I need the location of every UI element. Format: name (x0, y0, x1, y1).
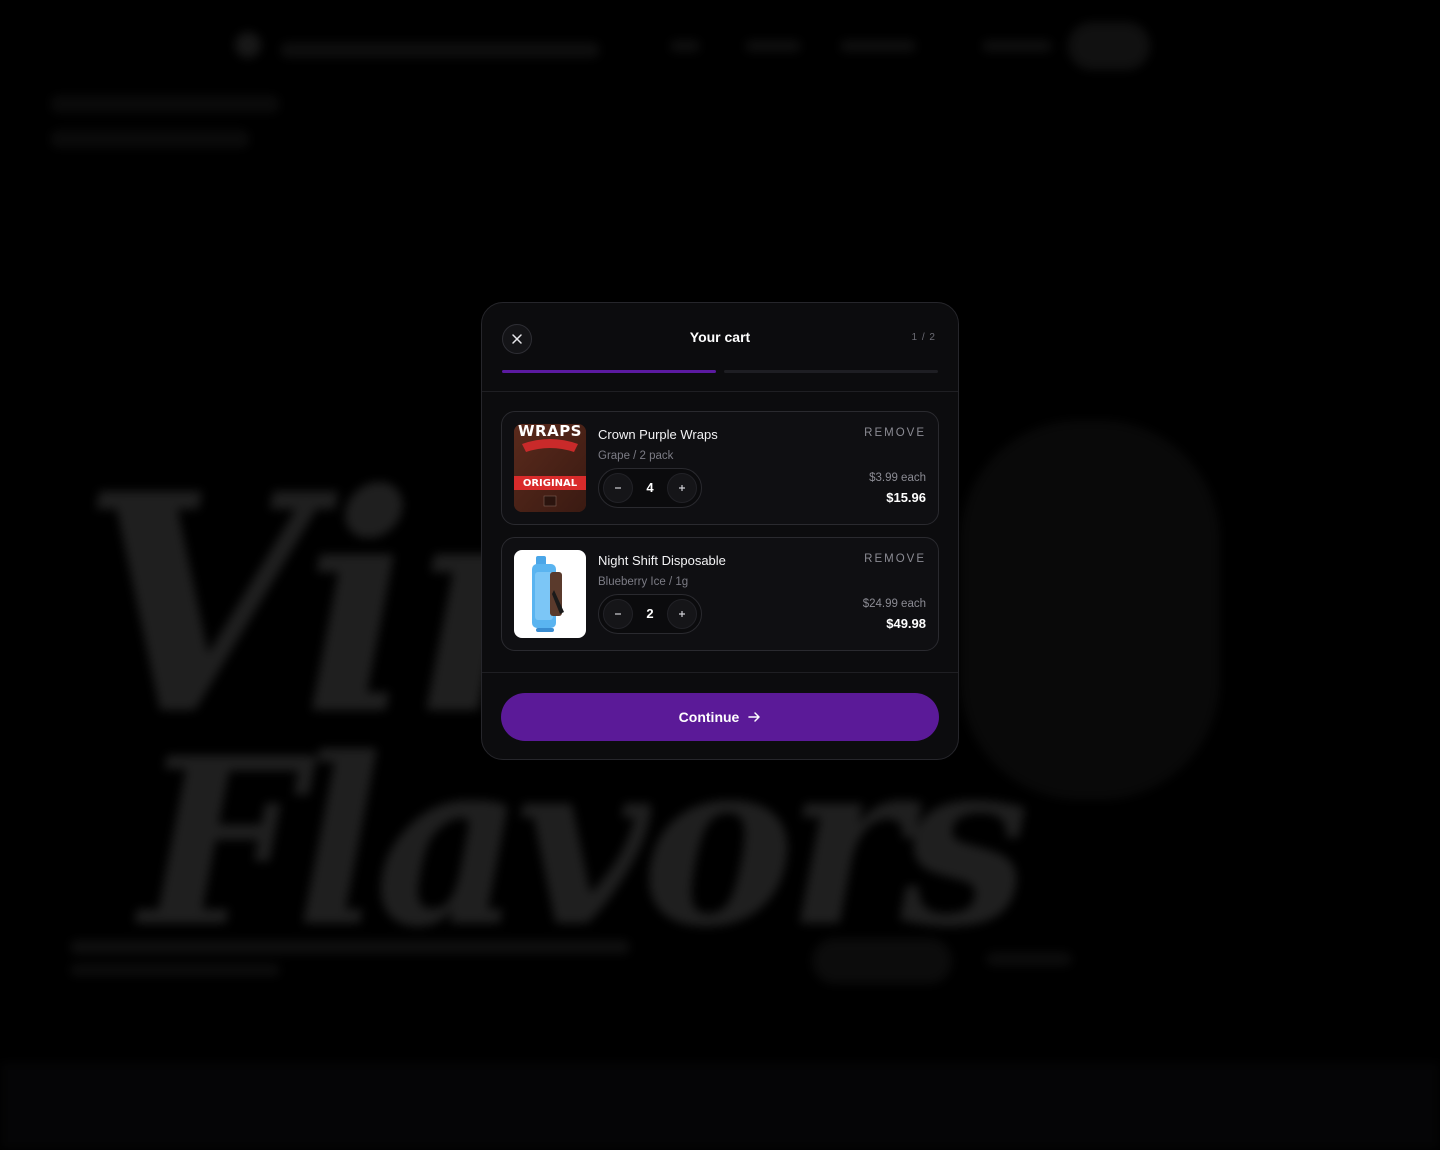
background-nav-link (840, 40, 916, 52)
modal-title: Your cart (689, 329, 751, 345)
line-total: $15.96 (886, 490, 926, 505)
background-nav-link (745, 40, 801, 52)
quantity-value: 2 (646, 606, 654, 621)
background-nav-link (670, 40, 700, 52)
background-logo (235, 32, 261, 58)
product-image-label: WRAPS (517, 424, 582, 440)
increase-quantity-button[interactable] (667, 599, 697, 629)
background-nav-link (982, 40, 1052, 52)
cart-items: WRAPS ORIGINAL Crown Purple Wraps Grape … (501, 411, 939, 663)
minus-icon (615, 487, 621, 489)
progress-step-active (502, 370, 716, 373)
unit-price: $3.99 each (869, 472, 926, 484)
product-image-band: ORIGINAL (522, 478, 578, 489)
cart-modal: Your cart 1 / 2 WRAPS ORIGINAL Crown Pur… (481, 302, 959, 760)
line-total: $49.98 (886, 616, 926, 631)
background-cta-link (986, 952, 1072, 966)
plus-icon (679, 485, 685, 491)
product-image-disposable (514, 550, 586, 638)
background-nav (230, 22, 1160, 72)
cart-item: Night Shift Disposable Blueberry Ice / 1… (501, 537, 939, 651)
remove-button[interactable]: REMOVE (864, 427, 926, 439)
modal-header: Your cart 1 / 2 (482, 303, 958, 392)
background-nav-button (1068, 22, 1150, 70)
quantity-stepper: 2 (598, 594, 702, 634)
remove-button[interactable]: REMOVE (864, 553, 926, 565)
background-heading-line (50, 95, 280, 113)
modal-footer: Continue (482, 672, 958, 760)
product-image-wraps: WRAPS ORIGINAL (514, 424, 586, 512)
unit-price: $24.99 each (862, 598, 926, 610)
background-subtitle (70, 940, 630, 954)
checkout-progress (502, 370, 938, 373)
decrease-quantity-button[interactable] (603, 599, 633, 629)
increase-quantity-button[interactable] (667, 473, 697, 503)
continue-button[interactable]: Continue (501, 693, 939, 741)
quantity-value: 4 (646, 480, 654, 495)
decrease-quantity-button[interactable] (603, 473, 633, 503)
background-footer (0, 1062, 1440, 1150)
arrow-right-icon (748, 712, 761, 722)
cart-item: WRAPS ORIGINAL Crown Purple Wraps Grape … (501, 411, 939, 525)
progress-step-inactive (724, 370, 938, 373)
background-logo-text (280, 42, 600, 58)
background-subtitle (70, 964, 280, 976)
background-hero-image (960, 420, 1220, 800)
background-heading-line (50, 130, 250, 148)
item-variant: Grape / 2 pack (598, 450, 674, 462)
background-cta-button (812, 938, 952, 984)
continue-label: Continue (678, 709, 740, 725)
plus-icon (679, 611, 685, 617)
item-name: Night Shift Disposable (598, 553, 726, 568)
item-variant: Blueberry Ice / 1g (598, 576, 689, 588)
quantity-stepper: 4 (598, 468, 702, 508)
step-counter: 1 / 2 (911, 332, 936, 343)
minus-icon (615, 613, 621, 615)
item-name: Crown Purple Wraps (598, 427, 718, 442)
